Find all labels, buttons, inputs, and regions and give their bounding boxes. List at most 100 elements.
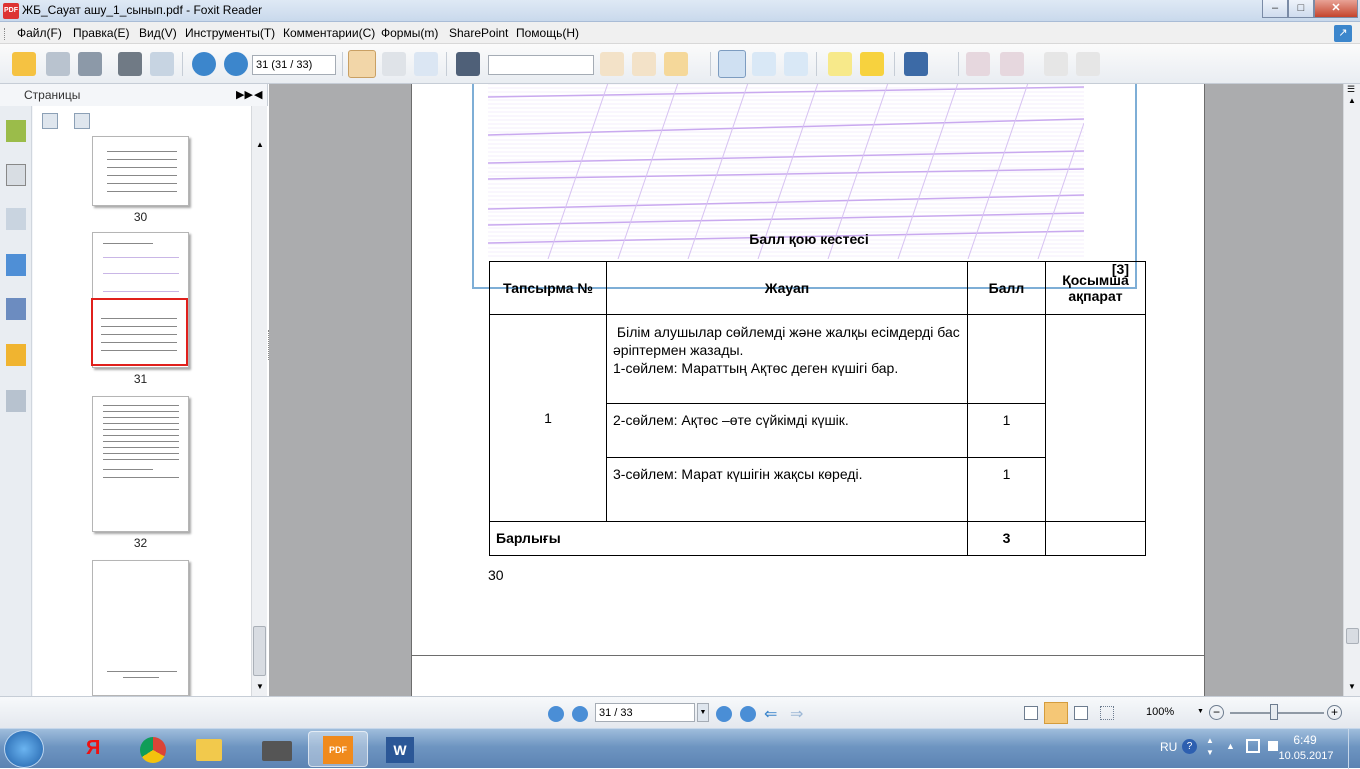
menu-view[interactable]: Вид(V)	[139, 26, 177, 40]
language-toggle-icon[interactable]: ▲ ▼	[1206, 735, 1214, 759]
attachments-icon[interactable]	[6, 298, 26, 320]
split-view-icon[interactable]: ☰	[1347, 84, 1355, 95]
back-icon[interactable]: ⇐	[764, 704, 777, 724]
previous-page-icon[interactable]	[572, 706, 588, 722]
table-row: 1 Білім алушылар сөйлемді және жалқы есі…	[489, 314, 1146, 522]
close-button[interactable]: ✕	[1314, 0, 1358, 18]
grip-icon	[4, 28, 7, 40]
zoom-dropdown-icon[interactable]: ▼	[1197, 708, 1204, 715]
taskbar-yandex[interactable]: Я	[64, 731, 124, 767]
scrollbar-thumb[interactable]	[1346, 628, 1359, 644]
menu-edit[interactable]: Правка(E)	[73, 26, 130, 40]
page-number: 30	[488, 567, 504, 583]
tray-arrow-icon[interactable]: ▲	[1226, 741, 1235, 751]
expand-panel-icon[interactable]: ▶▶	[236, 88, 253, 101]
scroll-up-icon[interactable]: ▲	[1348, 96, 1356, 105]
typewriter-icon[interactable]	[828, 52, 852, 76]
continuous-page-icon[interactable]	[1044, 702, 1068, 724]
window-title: ЖБ_Сауат ашу_1_сынып.pdf - Foxit Reader	[22, 3, 263, 17]
hand-tool-icon[interactable]	[348, 50, 376, 78]
actual-size-icon[interactable]	[718, 50, 746, 78]
search-options-icon[interactable]	[664, 52, 688, 76]
select-text-icon[interactable]	[382, 52, 406, 76]
note-icon[interactable]	[860, 52, 884, 76]
scroll-down-icon[interactable]: ▼	[256, 682, 264, 691]
page-thumbnail-33[interactable]	[92, 560, 189, 696]
pdf-create-icon[interactable]	[966, 52, 990, 76]
panel-icon-strip	[0, 106, 32, 696]
zoom-slider-handle[interactable]	[1270, 704, 1278, 720]
menu-help[interactable]: Помощь(H)	[516, 26, 579, 40]
share-icon[interactable]	[904, 52, 928, 76]
pdf-page: [3] Балл қою кестесі Тапсырма № Жауап Ба…	[411, 84, 1205, 696]
scroll-up-icon[interactable]: ▲	[256, 140, 264, 149]
next-page-icon[interactable]	[224, 52, 248, 76]
save-icon[interactable]	[46, 52, 70, 76]
language-indicator[interactable]: RU	[1160, 740, 1177, 754]
previous-page-icon[interactable]	[192, 52, 216, 76]
header-score: Балл	[967, 261, 1046, 315]
menu-comments[interactable]: Комментарии(C)	[283, 26, 375, 40]
zoom-out-icon[interactable]: −	[1209, 705, 1224, 720]
show-desktop-button[interactable]	[1348, 729, 1360, 769]
minimize-button[interactable]: –	[1262, 0, 1288, 18]
signatures-icon[interactable]	[6, 390, 26, 412]
pointer-icon[interactable]	[414, 52, 438, 76]
taskbar-printer[interactable]	[246, 731, 306, 767]
pdf-export-icon[interactable]	[1044, 52, 1068, 76]
zoom-in-icon[interactable]: +	[1327, 705, 1342, 720]
taskbar-word[interactable]: W	[370, 731, 430, 767]
zoom-out-thumbs-icon[interactable]	[74, 113, 90, 129]
taskbar-explorer[interactable]	[180, 731, 240, 767]
fit-width-icon[interactable]	[784, 52, 808, 76]
find-icon[interactable]	[456, 52, 480, 76]
pdf-merge-icon[interactable]	[1076, 52, 1100, 76]
forward-icon[interactable]: ⇒	[790, 704, 803, 724]
bookmarks-icon[interactable]	[6, 120, 26, 142]
email-icon[interactable]	[150, 52, 174, 76]
page-thumbnail-31[interactable]	[91, 232, 189, 368]
save-all-icon[interactable]	[78, 52, 102, 76]
next-page-icon[interactable]	[716, 706, 732, 722]
page-thumbnail-30[interactable]	[92, 136, 189, 206]
document-scrollbar[interactable]: ☰ ▲ ▼	[1343, 84, 1360, 696]
pages-icon[interactable]	[6, 164, 26, 186]
fit-page-icon[interactable]	[752, 52, 776, 76]
scroll-down-icon[interactable]: ▼	[1348, 682, 1356, 691]
search-input[interactable]	[488, 55, 594, 75]
page-number-field[interactable]	[252, 55, 336, 75]
page-dropdown-icon[interactable]: ▼	[697, 703, 709, 722]
network-icon[interactable]	[1246, 739, 1260, 753]
zoom-in-thumbs-icon[interactable]	[42, 113, 58, 129]
resize-icon[interactable]: ↗	[1334, 25, 1352, 42]
menu-sharepoint[interactable]: SharePoint	[449, 26, 508, 40]
open-icon[interactable]	[12, 52, 36, 76]
security-icon[interactable]	[6, 344, 26, 366]
collapse-panel-icon[interactable]: ◀	[254, 88, 262, 101]
thumbnail-scrollbar[interactable]: ▲ ▼	[251, 106, 267, 696]
taskbar-chrome[interactable]	[124, 731, 184, 767]
page-thumbnail-32[interactable]	[92, 396, 189, 532]
facing-pages-icon[interactable]	[1074, 706, 1088, 720]
pdf-convert-icon[interactable]	[1000, 52, 1024, 76]
word-icon: W	[386, 737, 414, 763]
continuous-facing-icon[interactable]	[1100, 706, 1114, 720]
maximize-button[interactable]: □	[1288, 0, 1314, 18]
taskbar-foxit[interactable]: PDF	[308, 731, 368, 767]
layers-icon[interactable]	[6, 208, 26, 230]
first-page-icon[interactable]	[548, 706, 564, 722]
menu-tools[interactable]: Инструменты(T)	[185, 26, 275, 40]
scrollbar-thumb[interactable]	[253, 626, 266, 676]
last-page-icon[interactable]	[740, 706, 756, 722]
find-previous-icon[interactable]	[600, 52, 624, 76]
page-field[interactable]	[595, 703, 695, 722]
single-page-icon[interactable]	[1024, 706, 1038, 720]
menu-file[interactable]: Файл(F)	[17, 26, 62, 40]
comments-icon[interactable]	[6, 254, 26, 276]
print-icon[interactable]	[118, 52, 142, 76]
menu-forms[interactable]: Формы(m)	[381, 26, 438, 40]
zoom-value[interactable]: 100%	[1146, 706, 1174, 718]
find-next-icon[interactable]	[632, 52, 656, 76]
start-button[interactable]	[4, 730, 44, 768]
help-icon[interactable]: ?	[1182, 739, 1197, 754]
